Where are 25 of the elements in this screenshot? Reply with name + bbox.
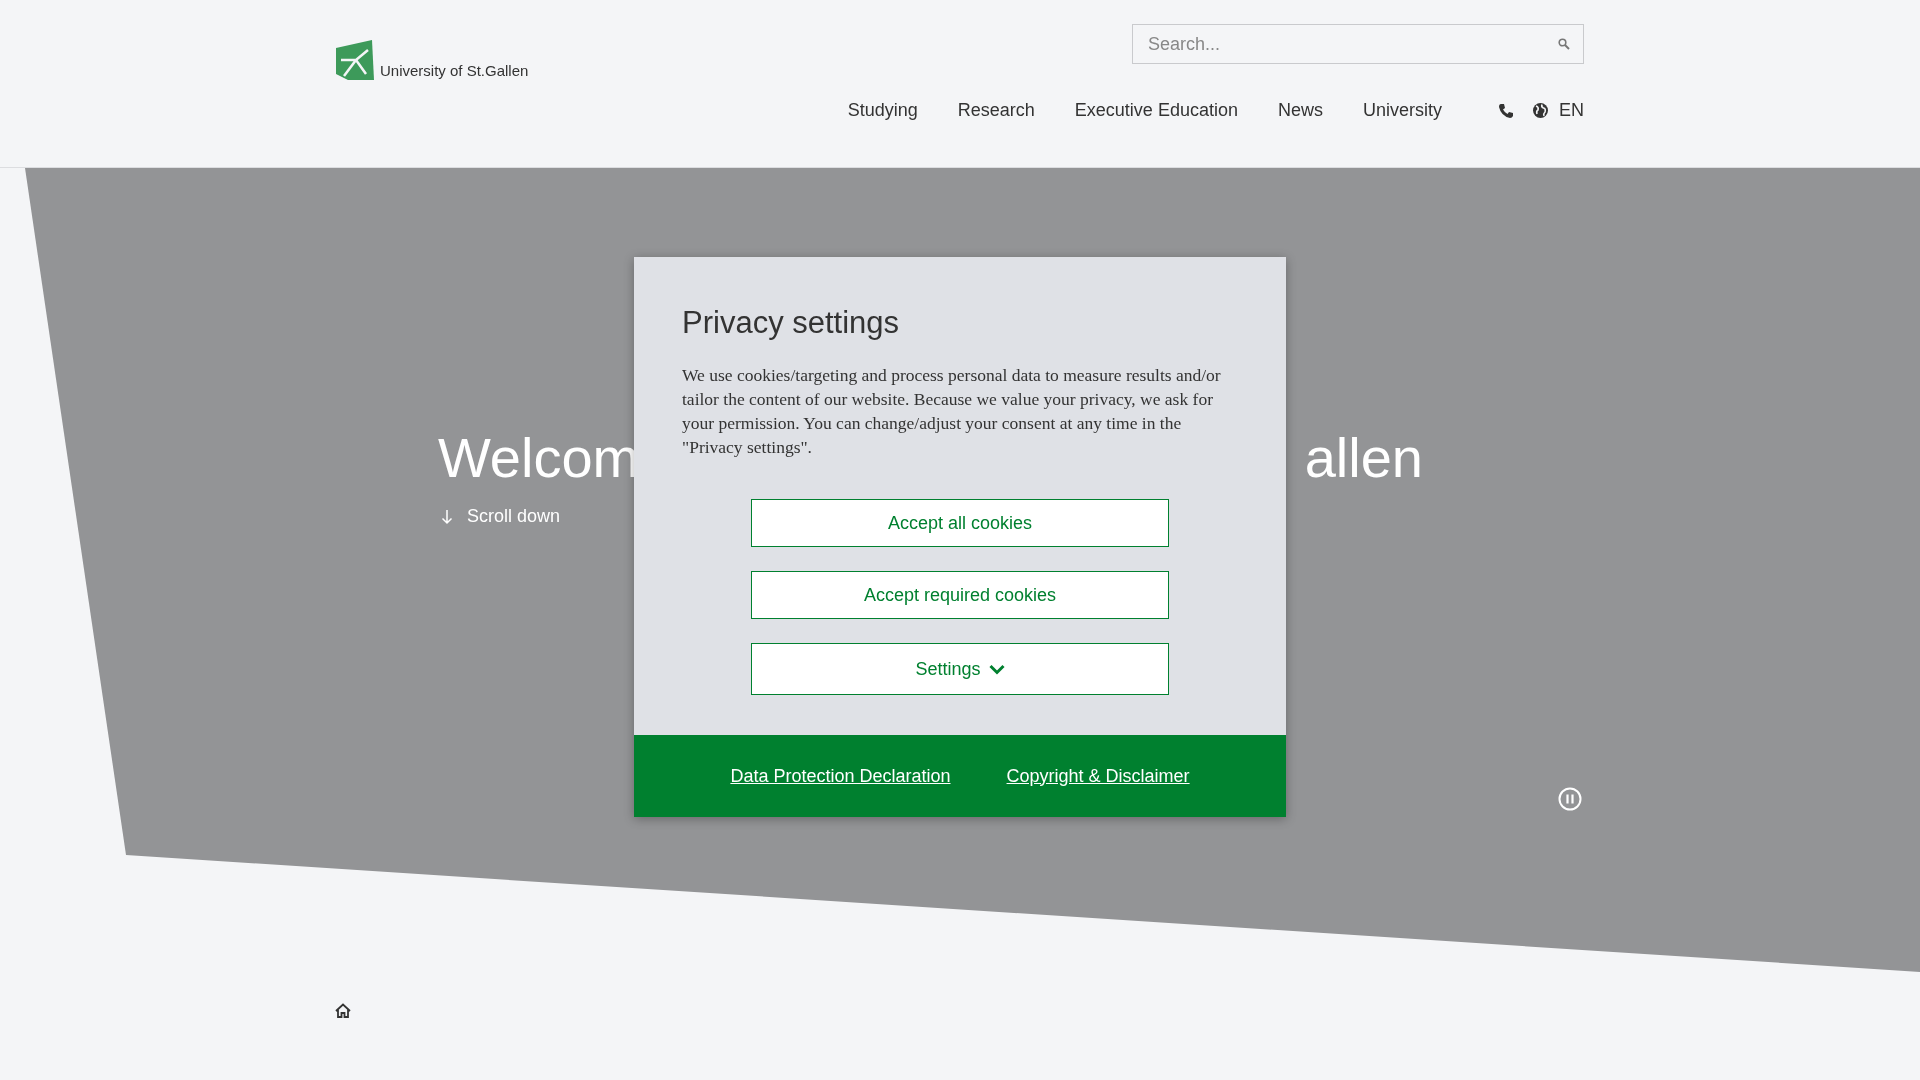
hero-heading: Welcom: [438, 430, 640, 486]
home-icon[interactable]: [335, 1003, 351, 1018]
nav-link[interactable]: University: [1362, 100, 1442, 121]
arrow-down-icon: [441, 508, 453, 525]
search-field[interactable]: Search...: [1132, 24, 1584, 64]
accept-button[interactable]: Accept required cookies: [751, 571, 1169, 619]
logo-text[interactable]: University of St.Gallen: [380, 63, 529, 80]
nav-link[interactable]: Research: [957, 100, 1035, 121]
search-icon[interactable]: [1558, 38, 1570, 50]
nav-link[interactable]: News: [1277, 100, 1323, 121]
globe-icon[interactable]: [1532, 102, 1549, 119]
accept-button[interactable]: Accept all cookies: [751, 499, 1169, 547]
logo-icon: [336, 40, 374, 80]
chevron-down-icon: [988, 663, 1005, 675]
nav-link[interactable]: Executive Education: [1074, 100, 1238, 121]
nav-link[interactable]: Studying: [847, 100, 918, 121]
language-link[interactable]: EN: [1559, 100, 1584, 121]
dialog-title: Privacy settings: [682, 305, 901, 341]
footer-link[interactable]: Copyright & Disclaimer: [1006, 765, 1190, 787]
pause-button[interactable]: [1558, 787, 1582, 811]
hero-heading: allen: [1304, 430, 1423, 486]
footer-link[interactable]: Data Protection Declaration: [730, 765, 951, 787]
phone-icon[interactable]: [1498, 102, 1514, 119]
dialog-text: We use cookies/targeting and process personal data to measure results and/or tailor the content of our website. Because we value your privacy, we ask for your permission. You can change/adjust your consent at any time in the "Privacy settings".: [682, 364, 1222, 459]
settings-button[interactable]: Settings: [751, 643, 1169, 695]
